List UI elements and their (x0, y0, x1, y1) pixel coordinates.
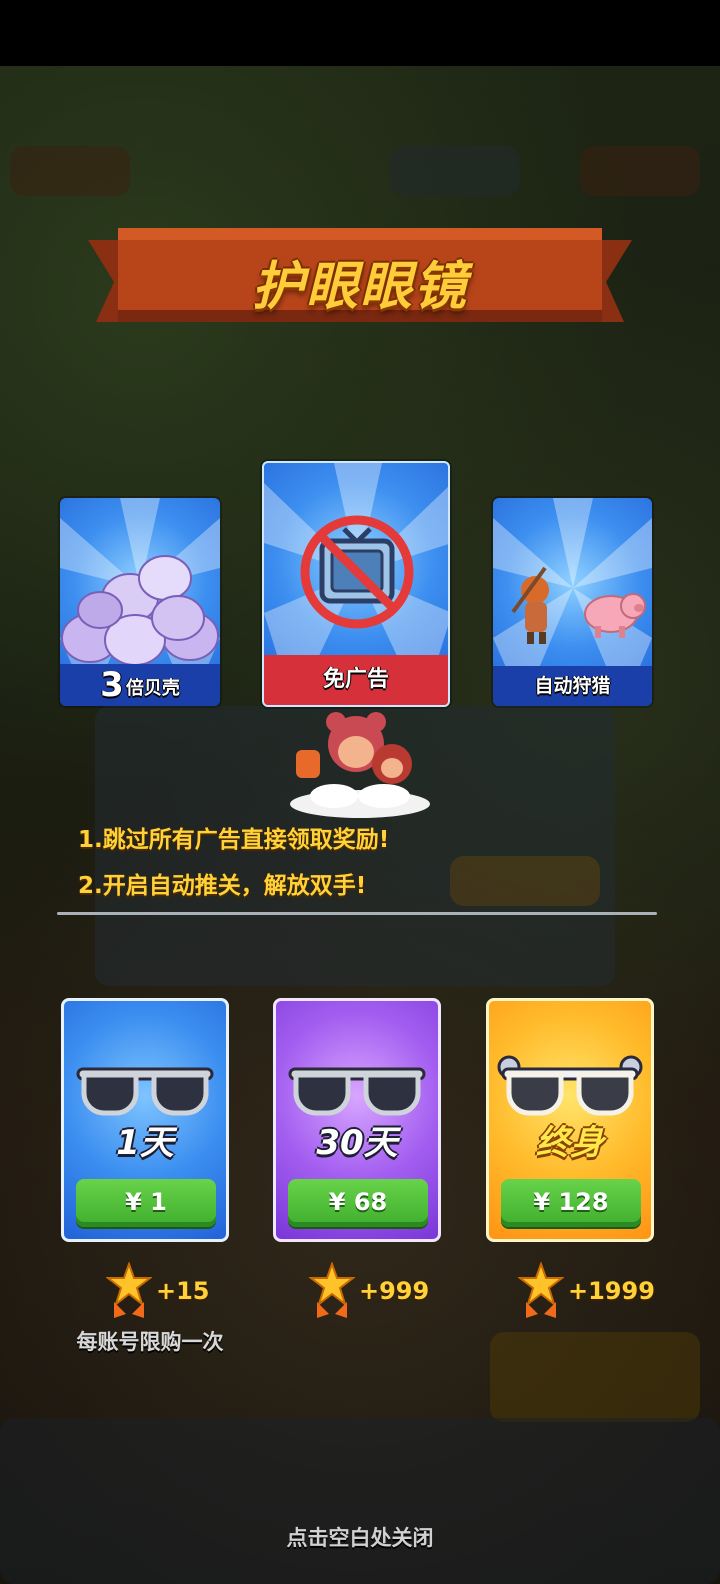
bg-blob (0, 1418, 720, 1584)
reward-30-days: +999 (309, 1262, 429, 1320)
close-hint[interactable]: 点击空白处关闭 (0, 1522, 720, 1552)
plan-card-lifetime[interactable]: 终身 ¥ 128 (486, 998, 654, 1242)
reward-lifetime: +1999 (518, 1262, 655, 1320)
divider (57, 912, 657, 915)
star-badge-icon (518, 1262, 564, 1318)
no-tv-ads-icon (300, 515, 414, 629)
reward-amount: +1999 (568, 1277, 655, 1305)
feature-card-shells: 3 倍贝壳 (60, 498, 220, 706)
buy-button-lifetime[interactable]: ¥ 128 (501, 1179, 641, 1227)
feature-caption: 3 倍贝壳 (60, 664, 220, 706)
plan-card-30-days[interactable]: 30天 ¥ 68 (273, 998, 441, 1242)
sunglasses-icon (497, 1055, 643, 1116)
buy-button-30-days[interactable]: ¥ 68 (288, 1179, 428, 1227)
purchase-limit-note: 每账号限购一次 (76, 1330, 224, 1354)
page-title: 护眼眼镜 (251, 257, 468, 317)
reward-1-day: +15 (106, 1262, 210, 1320)
feature-number: 3 (100, 665, 124, 705)
bg-blob (490, 1332, 700, 1422)
feature-label: 自动狩猎 (493, 666, 652, 706)
feature-card-auto-hunt: 自动狩猎 (493, 498, 652, 706)
info-line-1: 1.跳过所有广告直接领取奖励! (78, 827, 390, 853)
reward-amount: +15 (156, 1277, 210, 1305)
reward-amount: +999 (359, 1277, 430, 1305)
star-badge-icon (309, 1262, 355, 1318)
bg-blob (450, 856, 600, 906)
plan-card-1-day[interactable]: 1天 ¥ 1 (61, 998, 229, 1242)
feature-card-no-ads: 免广告 (262, 461, 450, 707)
plan-duration: 终身 (536, 1123, 604, 1163)
plan-duration: 1天 (116, 1123, 174, 1163)
screen: 护眼眼镜 3 倍贝壳 免广告 自动狩猎 1.跳过所有广告直接领取奖励! 2.开启… (0, 0, 720, 1584)
feature-label: 免广告 (264, 655, 448, 705)
star-badge-icon (106, 1262, 152, 1318)
sunglasses-icon (288, 1067, 426, 1116)
bg-blob (580, 146, 700, 196)
bg-blob (390, 146, 520, 196)
hunter-and-pig-icon (511, 566, 646, 644)
seashell-pile-icon (61, 555, 219, 666)
title-ribbon: 护眼眼镜 (88, 222, 632, 334)
buy-button-1-day[interactable]: ¥ 1 (76, 1179, 216, 1227)
bg-blob (10, 146, 130, 196)
info-line-2: 2.开启自动推关，解放双手! (78, 873, 367, 899)
feature-label: 倍贝壳 (125, 678, 180, 699)
plan-duration: 30天 (316, 1123, 398, 1163)
sunglasses-icon (76, 1067, 214, 1116)
mascot-characters-icon (290, 712, 430, 818)
